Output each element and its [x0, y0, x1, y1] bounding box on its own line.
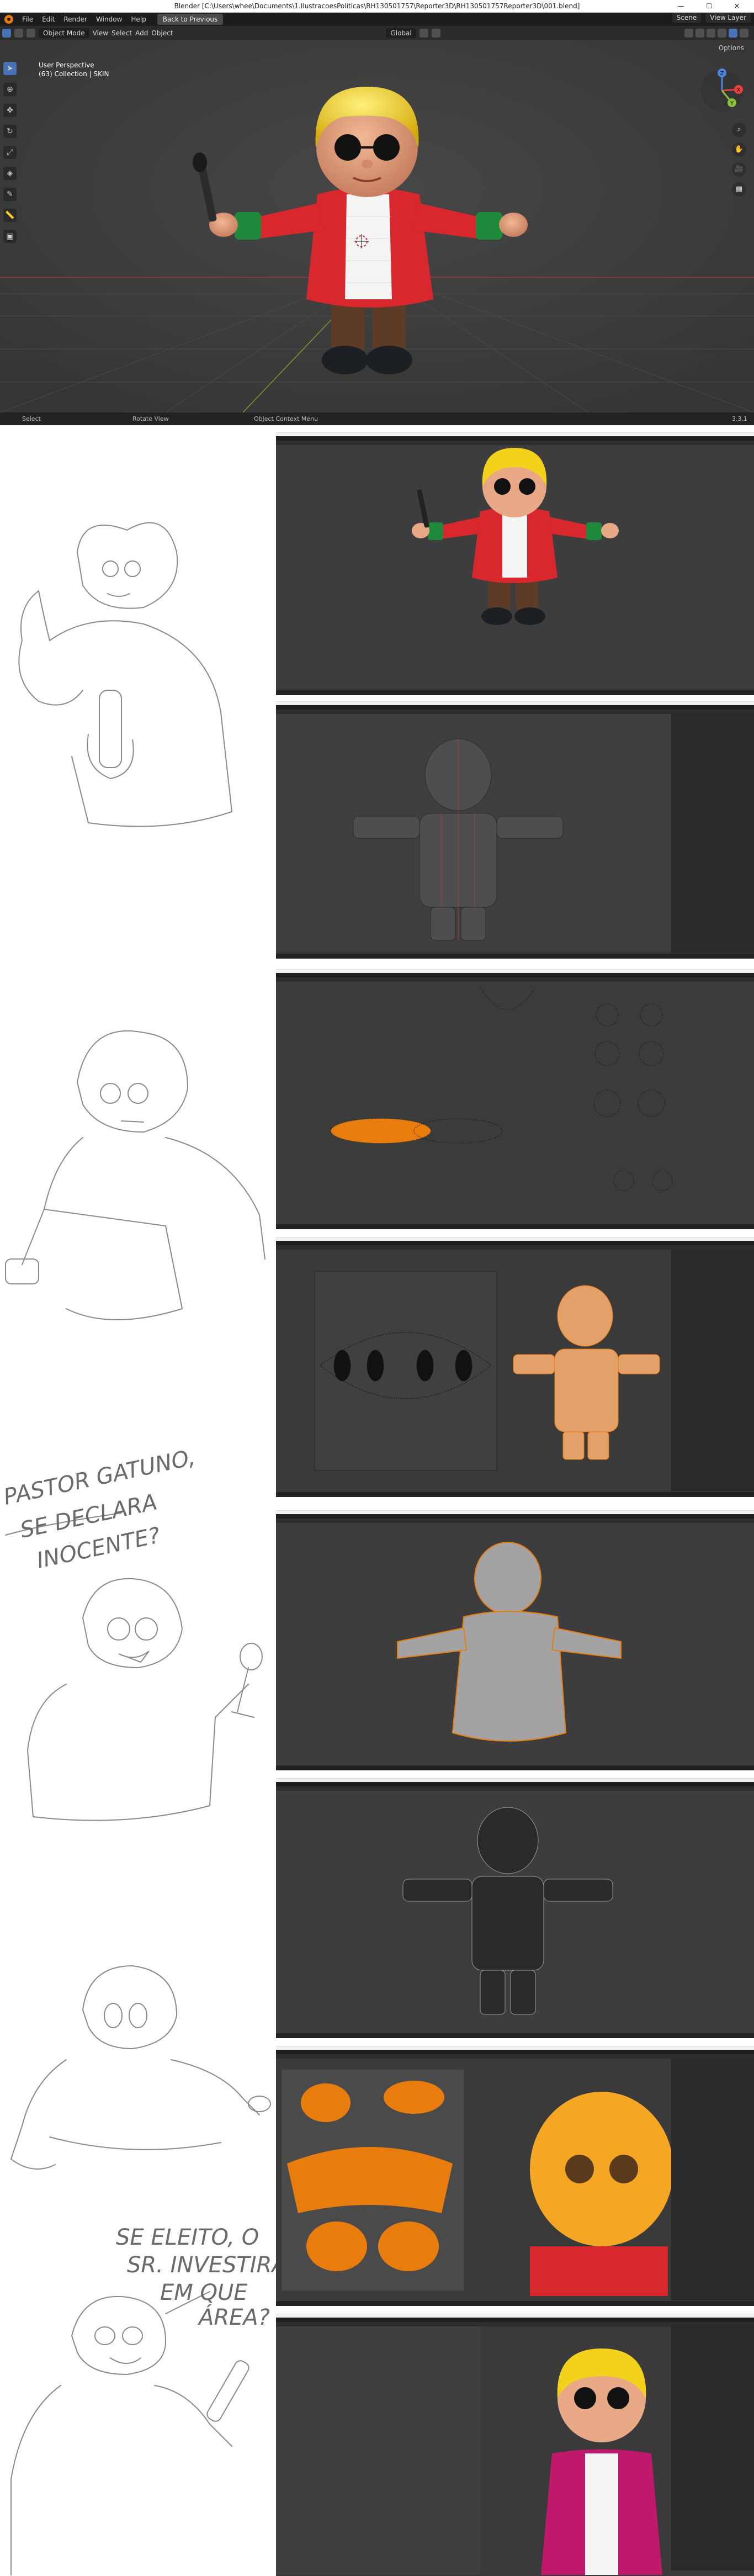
orientation-dropdown[interactable]: Global — [386, 28, 416, 38]
grid-ortho-icon[interactable]: ▦ — [732, 182, 746, 197]
blender-logo-icon[interactable] — [4, 15, 13, 24]
xray-icon[interactable] — [695, 29, 704, 38]
gizmo-z-label: Z — [720, 71, 724, 77]
measure-tool-icon[interactable]: 📏 — [3, 209, 17, 222]
thumb-5-scene — [276, 1523, 754, 1766]
rendered-shading-icon[interactable] — [740, 29, 748, 38]
proportional-edit-icon[interactable] — [431, 29, 440, 38]
top-menubar: File Edit Render Window Help Back to Pre… — [0, 13, 754, 26]
thumbnail-wireframe-edit — [276, 701, 754, 959]
annotate-tool-icon[interactable]: ✎ — [3, 188, 17, 201]
select-tool-icon[interactable]: ➤ — [3, 62, 17, 75]
sketch-caption-2-line2: SR. INVESTIRÁ — [127, 2251, 276, 2278]
viewport-header: Object Mode View Select Add Object Globa… — [0, 26, 754, 40]
menu-edit[interactable]: Edit — [38, 13, 59, 26]
header-menu-select[interactable]: Select — [111, 29, 132, 37]
thumb-6-scene — [276, 1791, 754, 2034]
editor-type-icon[interactable] — [2, 29, 11, 38]
pan-hand-icon[interactable]: ✋ — [732, 142, 746, 157]
blender-main-window: Blender [C:\Users\whee\Documents\1.Ilust… — [0, 0, 754, 425]
gizmo-y-label: Y — [730, 100, 734, 107]
menu-window[interactable]: Window — [92, 13, 126, 26]
navigation-buttons: ⌕ ✋ 🎥 ▦ — [732, 123, 746, 202]
overlay-icon[interactable] — [684, 29, 693, 38]
zoom-icon[interactable]: ⌕ — [732, 123, 746, 137]
thumb-3-scene — [276, 982, 754, 1225]
menu-file[interactable]: File — [18, 13, 38, 26]
pencil-sketches: PASTOR GATUNO, SE DECLARA INOCENTE? SE E… — [2, 522, 276, 2575]
properties-panel-4[interactable] — [671, 1250, 754, 1491]
options-dropdown[interactable]: Options — [719, 44, 744, 52]
menu-help[interactable]: Help — [126, 13, 150, 26]
window-controls[interactable]: — ☐ ✕ — [678, 0, 750, 12]
select-mode-box-icon[interactable] — [14, 29, 23, 38]
solid-shading-icon[interactable] — [718, 29, 726, 38]
status-select: Select — [22, 415, 41, 422]
thumbnail-uv-layout — [276, 969, 754, 1229]
navigation-gizmo[interactable]: X Y Z — [700, 68, 744, 113]
thumb-1-scene — [276, 445, 754, 688]
header-menu-object[interactable]: Object — [151, 29, 173, 37]
sketch-2 — [5, 1030, 266, 1320]
workspace-selectors: Scene View Layer — [672, 13, 751, 23]
gizmo-x-label: X — [737, 87, 741, 93]
cursor-tool-icon[interactable]: ⊕ — [3, 83, 17, 96]
window-titlebar: Blender [C:\Users\whee\Documents\1.Ilust… — [0, 0, 754, 13]
sketch-caption-2-line1: SE ELEITO, O — [116, 2225, 259, 2250]
active-object-label: (63) Collection | SKIN — [39, 70, 109, 78]
viewport-info: User Perspective (63) Collection | SKIN — [39, 61, 109, 78]
scale-tool-icon[interactable]: ⤢ — [3, 146, 17, 159]
version-label: 3.3.1 — [732, 415, 747, 422]
sketch-1 — [18, 522, 233, 827]
move-tool-icon[interactable]: ✥ — [3, 104, 17, 117]
transform-tool-icon[interactable]: ◈ — [3, 167, 17, 180]
header-menu-add[interactable]: Add — [135, 29, 148, 37]
snap-icon[interactable] — [419, 29, 428, 38]
properties-panel-7[interactable] — [671, 2059, 754, 2300]
sketch-5 — [10, 2291, 249, 2575]
thumbnail-texture-paint — [276, 2314, 754, 2576]
camera-view-icon[interactable]: 🎥 — [732, 162, 746, 177]
shading-buttons — [684, 29, 748, 38]
status-context-menu: Object Context Menu — [254, 415, 318, 422]
sketch-caption-2-line4: ÁREA? — [197, 2304, 270, 2330]
menu-render[interactable]: Render — [59, 13, 92, 26]
view-perspective-label: User Perspective — [39, 61, 94, 69]
thumb-2-scene — [276, 714, 671, 951]
properties-panel-8[interactable] — [671, 2326, 754, 2570]
thumbnail-uv-texture — [276, 2046, 754, 2306]
add-cube-tool-icon[interactable]: ▣ — [3, 230, 17, 243]
properties-panel[interactable] — [671, 714, 754, 953]
toolbar: ➤ ⊕ ✥ ↻ ⤢ ◈ ✎ 📏 ▣ — [3, 62, 19, 251]
thumbnail-material-preview — [276, 432, 754, 695]
mode-dropdown[interactable]: Object Mode — [39, 28, 89, 38]
status-bar: Select Rotate View Object Context Menu 3… — [0, 412, 754, 425]
select-mode-extend-icon[interactable] — [26, 29, 35, 38]
sketch-caption-2-line3: EM QUE — [160, 2280, 248, 2305]
rotate-tool-icon[interactable]: ↻ — [3, 125, 17, 138]
back-to-previous-button[interactable]: Back to Previous — [157, 14, 224, 25]
thumbnail-solid-sculpt — [276, 1510, 754, 1770]
status-rotate-view: Rotate View — [132, 415, 169, 422]
view-layer-selector[interactable]: View Layer — [705, 13, 751, 23]
wireframe-shading-icon[interactable] — [707, 29, 715, 38]
window-title: Blender [C:\Users\whee\Documents\1.Ilust… — [174, 2, 580, 10]
3d-viewport[interactable]: User Perspective (63) Collection | SKIN … — [0, 40, 754, 412]
sketch-caption-1-line1: PASTOR GATUNO, — [2, 1445, 198, 1510]
thumbnail-uv-split — [276, 1237, 754, 1497]
sketch-4 — [10, 1965, 271, 2170]
material-preview-icon[interactable] — [729, 29, 737, 38]
scene-selector[interactable]: Scene — [672, 13, 702, 23]
thumbnail-mesh-wire — [276, 1778, 754, 2038]
header-menu-view[interactable]: View — [93, 29, 108, 37]
viewport-scene — [0, 40, 754, 412]
